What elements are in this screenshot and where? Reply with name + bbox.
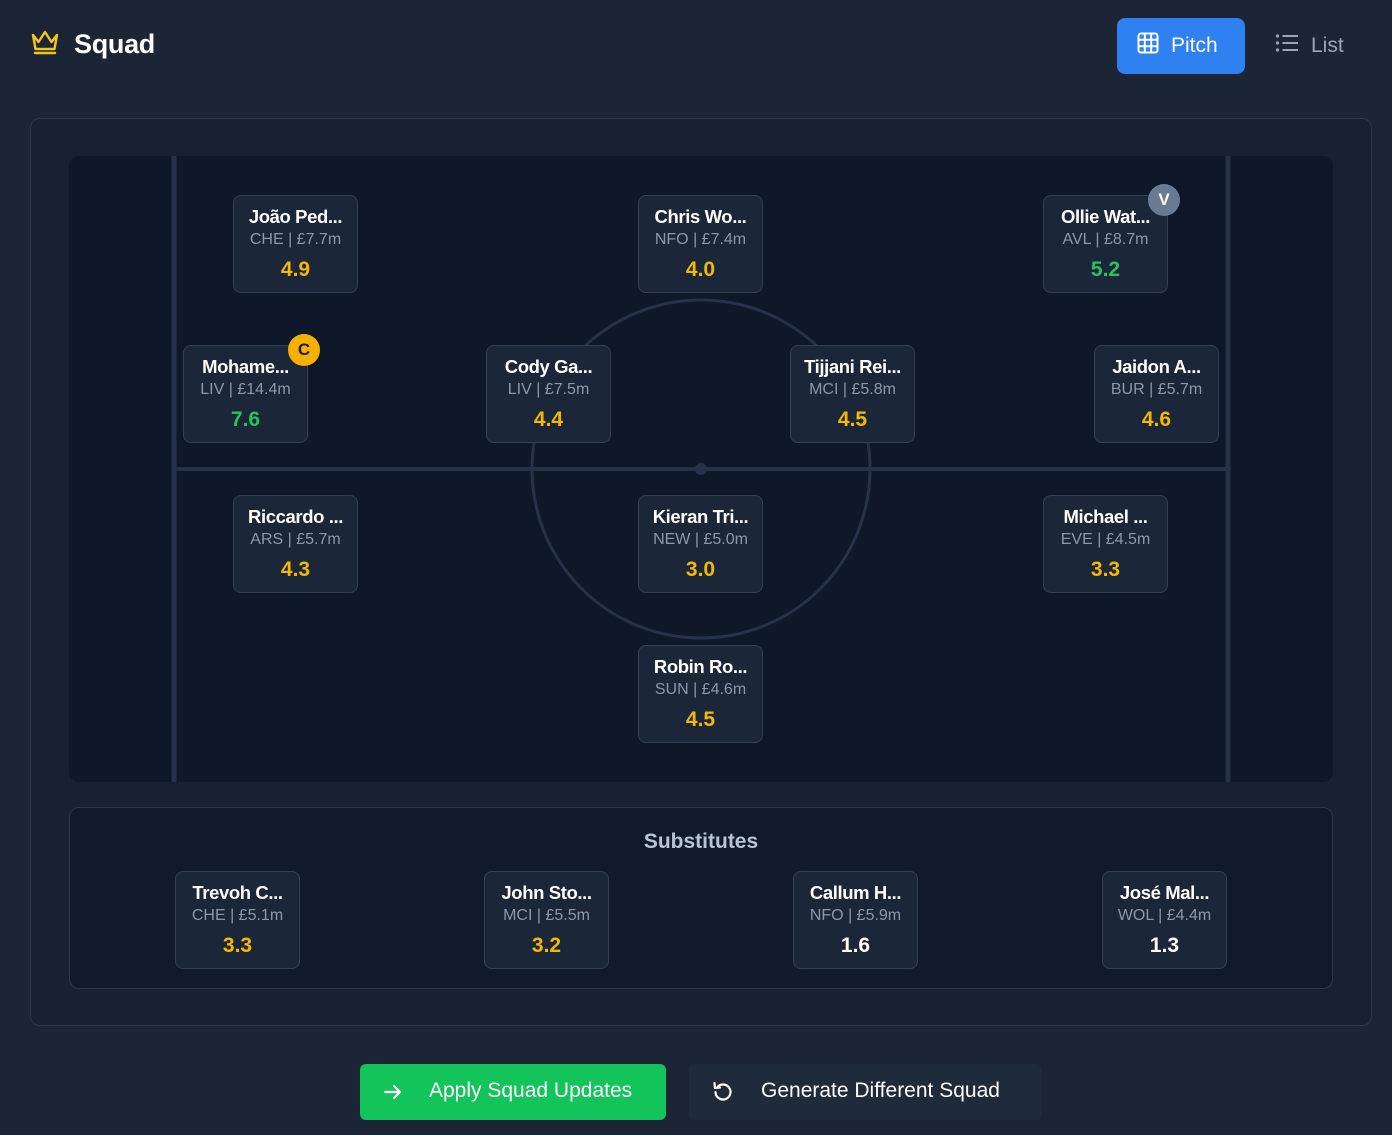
player-name: Riccardo ... bbox=[248, 506, 343, 527]
player-points: 4.9 bbox=[280, 258, 311, 281]
player-name: Robin Ro... bbox=[653, 656, 748, 677]
player-team-price: EVE | £4.5m bbox=[1060, 531, 1151, 548]
player-points: 5.2 bbox=[1090, 258, 1121, 281]
player-team-price: CHE | £7.7m bbox=[249, 231, 342, 248]
generate-different-squad-button[interactable]: Generate Different Squad bbox=[689, 1064, 1042, 1120]
player-card[interactable]: Riccardo ... ARS | £5.7m 4.3 bbox=[233, 495, 358, 593]
player-points: 7.6 bbox=[230, 408, 261, 431]
pitch-view-button[interactable]: Pitch bbox=[1117, 18, 1245, 74]
player-team-price: NFO | £5.9m bbox=[809, 907, 902, 924]
substitutes-section: Substitutes Trevoh C... CHE | £5.1m 3.3 Joh… bbox=[69, 807, 1333, 989]
player-team-price: NEW | £5.0m bbox=[653, 531, 748, 548]
player-team-price: AVL | £8.7m bbox=[1062, 231, 1149, 248]
captain-badge: C bbox=[288, 334, 320, 366]
player-name: Ollie Wat... bbox=[1060, 206, 1151, 227]
player-name: Kieran Tri... bbox=[652, 506, 749, 527]
player-team-price: BUR | £5.7m bbox=[1110, 381, 1203, 398]
player-points: 4.0 bbox=[685, 258, 716, 281]
list-view-label: List bbox=[1311, 34, 1344, 57]
page-title: Squad bbox=[74, 29, 156, 59]
list-view-button[interactable]: List bbox=[1257, 18, 1362, 74]
player-name: José Mal... bbox=[1119, 882, 1210, 903]
player-card[interactable]: John Sto... MCI | £5.5m 3.2 bbox=[484, 871, 609, 969]
player-points: 4.6 bbox=[1141, 408, 1172, 431]
player-name: John Sto... bbox=[501, 882, 592, 903]
header: Squad Pitch List bbox=[0, 0, 1392, 92]
substitutes-title: Substitutes bbox=[643, 830, 759, 853]
apply-squad-updates-button[interactable]: Apply Squad Updates bbox=[360, 1064, 666, 1120]
view-toggle: Pitch List bbox=[1117, 18, 1362, 74]
list-icon bbox=[1275, 33, 1299, 59]
pitch: João Ped... CHE | £7.7m 4.9 Chris Wo... NFO … bbox=[69, 156, 1333, 782]
player-name: Trevoh C... bbox=[192, 882, 283, 903]
player-points: 3.3 bbox=[1090, 558, 1121, 581]
player-name: Tijjani Rei... bbox=[804, 356, 901, 377]
player-card[interactable]: Robin Ro... SUN | £4.6m 4.5 bbox=[638, 645, 763, 743]
player-card[interactable]: Jaidon A... BUR | £5.7m 4.6 bbox=[1094, 345, 1219, 443]
squad-panel: João Ped... CHE | £7.7m 4.9 Chris Wo... NFO … bbox=[30, 118, 1372, 1026]
player-team-price: ARS | £5.7m bbox=[250, 531, 341, 548]
player-team-price: MCI | £5.8m bbox=[809, 381, 896, 398]
player-card[interactable]: Michael ... EVE | £4.5m 3.3 bbox=[1043, 495, 1168, 593]
player-name: Callum H... bbox=[809, 882, 902, 903]
player-name: Chris Wo... bbox=[654, 206, 747, 227]
crown-icon bbox=[30, 28, 60, 61]
player-points: 4.5 bbox=[685, 708, 716, 731]
player-card[interactable]: Kieran Tri... NEW | £5.0m 3.0 bbox=[638, 495, 763, 593]
vice-captain-badge: V bbox=[1148, 184, 1180, 216]
brand: Squad bbox=[30, 28, 155, 61]
player-card[interactable]: Ollie Wat... AVL | £8.7m 5.2 V bbox=[1043, 184, 1180, 293]
player-points: 3.3 bbox=[222, 934, 253, 957]
refresh-icon bbox=[711, 1080, 735, 1110]
player-points: 4.3 bbox=[280, 558, 311, 581]
player-points: 4.4 bbox=[533, 408, 564, 431]
player-card[interactable]: Tijjani Rei... MCI | £5.8m 4.5 bbox=[790, 345, 915, 443]
player-card[interactable]: Mohame... LIV | £14.4m 7.6 C bbox=[183, 334, 320, 443]
player-team-price: LIV | £14.4m bbox=[200, 381, 291, 398]
player-team-price: CHE | £5.1m bbox=[191, 907, 284, 924]
arrow-right-icon bbox=[382, 1081, 404, 1109]
player-card[interactable]: Cody Ga... LIV | £7.5m 4.4 bbox=[486, 345, 611, 443]
pitch-view-label: Pitch bbox=[1171, 34, 1218, 57]
player-name: Mohame... bbox=[202, 356, 289, 377]
player-name: João Ped... bbox=[248, 206, 343, 227]
player-card[interactable]: Trevoh C... CHE | £5.1m 3.3 bbox=[175, 871, 300, 969]
player-card[interactable]: José Mal... WOL | £4.4m 1.3 bbox=[1102, 871, 1227, 969]
player-team-price: WOL | £4.4m bbox=[1117, 907, 1212, 924]
player-points: 3.2 bbox=[531, 934, 562, 957]
player-points: 4.5 bbox=[837, 408, 868, 431]
player-name: Cody Ga... bbox=[504, 356, 593, 377]
grid-icon bbox=[1137, 32, 1159, 60]
action-bar: Apply Squad Updates Generate Different S… bbox=[0, 1064, 1392, 1120]
player-team-price: MCI | £5.5m bbox=[503, 907, 590, 924]
player-points: 1.3 bbox=[1149, 934, 1180, 957]
player-points: 1.6 bbox=[840, 934, 871, 957]
player-team-price: SUN | £4.6m bbox=[654, 681, 747, 698]
player-name: Jaidon A... bbox=[1112, 356, 1201, 377]
player-name: Michael ... bbox=[1063, 506, 1148, 527]
player-card[interactable]: Chris Wo... NFO | £7.4m 4.0 bbox=[638, 195, 763, 293]
player-points: 3.0 bbox=[685, 558, 716, 581]
player-team-price: NFO | £7.4m bbox=[654, 231, 747, 248]
player-team-price: LIV | £7.5m bbox=[507, 381, 590, 398]
player-card[interactable]: Callum H... NFO | £5.9m 1.6 bbox=[793, 871, 918, 969]
generate-different-squad-label: Generate Different Squad bbox=[761, 1079, 1000, 1102]
player-card[interactable]: João Ped... CHE | £7.7m 4.9 bbox=[233, 195, 358, 293]
apply-squad-updates-label: Apply Squad Updates bbox=[429, 1079, 633, 1102]
